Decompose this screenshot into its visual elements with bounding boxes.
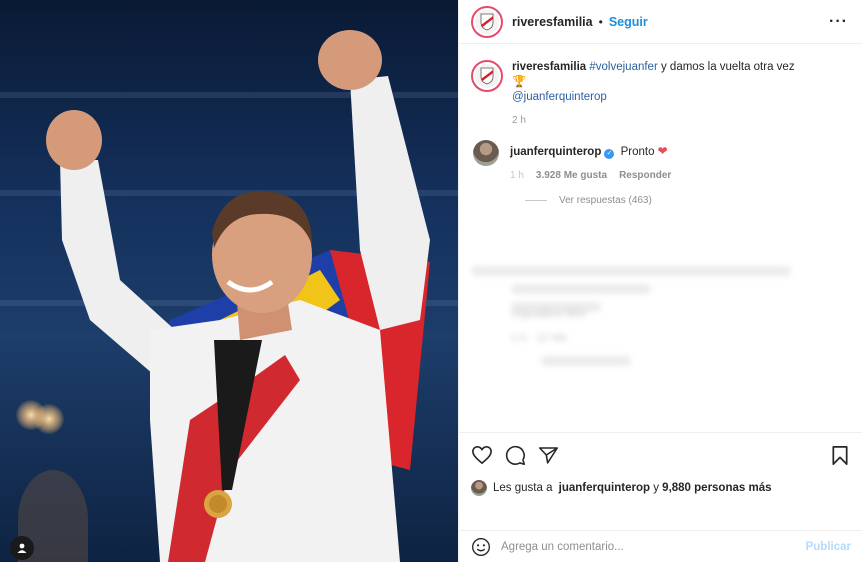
like-heart-icon[interactable] (471, 445, 493, 465)
likes-count[interactable]: 9,880 personas más (662, 482, 771, 494)
comment: juanferquinterop ✓ Pronto ❤ 1 h 3.928 Me … (471, 140, 851, 181)
comment-likes[interactable]: 3.928 Me gusta (536, 170, 607, 181)
blurred-comment-user: migueljbra Mire (511, 308, 587, 320)
caption-hashtag[interactable]: #volvejuanfer (589, 61, 657, 73)
reply-button[interactable]: Responder (619, 170, 671, 181)
liker-username[interactable]: juanferquinterop (559, 482, 650, 494)
comments-section[interactable]: riveresfamilia #volvejuanfer y damos la … (459, 46, 862, 432)
commenter-avatar[interactable] (473, 140, 499, 166)
player-figure (46, 30, 430, 562)
caption-author-avatar[interactable] (471, 60, 503, 92)
commenter-username[interactable]: juanferquinterop (510, 146, 601, 158)
author-avatar[interactable] (471, 5, 503, 38)
caption-body: y damos la vuelta otra vez (657, 61, 795, 73)
post-photo[interactable] (0, 0, 458, 562)
likes-prefix: Les gusta a (493, 482, 556, 494)
view-replies-button[interactable]: Ver respuestas (463) (525, 195, 851, 206)
comment-bubble-icon[interactable] (505, 445, 526, 466)
separator-dot: • (598, 14, 603, 29)
publish-button[interactable]: Publicar (806, 541, 851, 553)
comment-input[interactable] (501, 540, 806, 553)
caption-text: riveresfamilia #volvejuanfer y damos la … (512, 60, 812, 105)
follow-button[interactable]: Seguir (609, 15, 648, 29)
author-username[interactable]: riveresfamilia (512, 15, 593, 29)
club-crest-icon (480, 67, 494, 85)
caption: riveresfamilia #volvejuanfer y damos la … (471, 60, 851, 105)
caption-username[interactable]: riveresfamilia (512, 61, 586, 73)
verified-badge-icon: ✓ (604, 149, 615, 159)
liker-avatar[interactable] (471, 480, 487, 496)
post-side-panel: riveresfamilia • Seguir ··· riveresfamil… (458, 0, 862, 562)
comment-meta: 1 h 3.928 Me gusta Responder (510, 170, 671, 181)
emoji-smile-icon[interactable] (471, 537, 491, 557)
blurred-comment-meta: 1 h · 12 Me (511, 332, 567, 344)
post-actions: Les gusta a juanferquinterop y 9,880 per… (459, 432, 862, 496)
share-paper-plane-icon[interactable] (538, 445, 559, 465)
post-header: riveresfamilia • Seguir ··· (459, 0, 862, 44)
replies-divider (525, 200, 547, 201)
comment-text: Pronto (620, 146, 655, 158)
club-crest-icon (480, 13, 494, 30)
red-heart-emoji: ❤ (657, 144, 668, 158)
comment-time: 1 h (510, 170, 524, 181)
blurred-comment: migueljbra Mire 1 h · 12 Me (471, 308, 851, 366)
trophy-emoji: 🏆 (512, 76, 527, 88)
likes-summary: Les gusta a juanferquinterop y 9,880 per… (471, 480, 851, 496)
caption-time: 2 h (512, 115, 526, 126)
view-replies-label: Ver respuestas (463) (559, 195, 652, 206)
more-options-icon[interactable]: ··· (829, 13, 848, 31)
person-icon (17, 543, 27, 553)
add-comment-bar: Publicar (459, 530, 862, 562)
user-tag-icon[interactable] (10, 536, 34, 560)
caption-mention[interactable]: @juanferquinterop (512, 91, 607, 103)
save-bookmark-icon[interactable] (831, 445, 849, 466)
likes-middle: y (650, 482, 663, 494)
